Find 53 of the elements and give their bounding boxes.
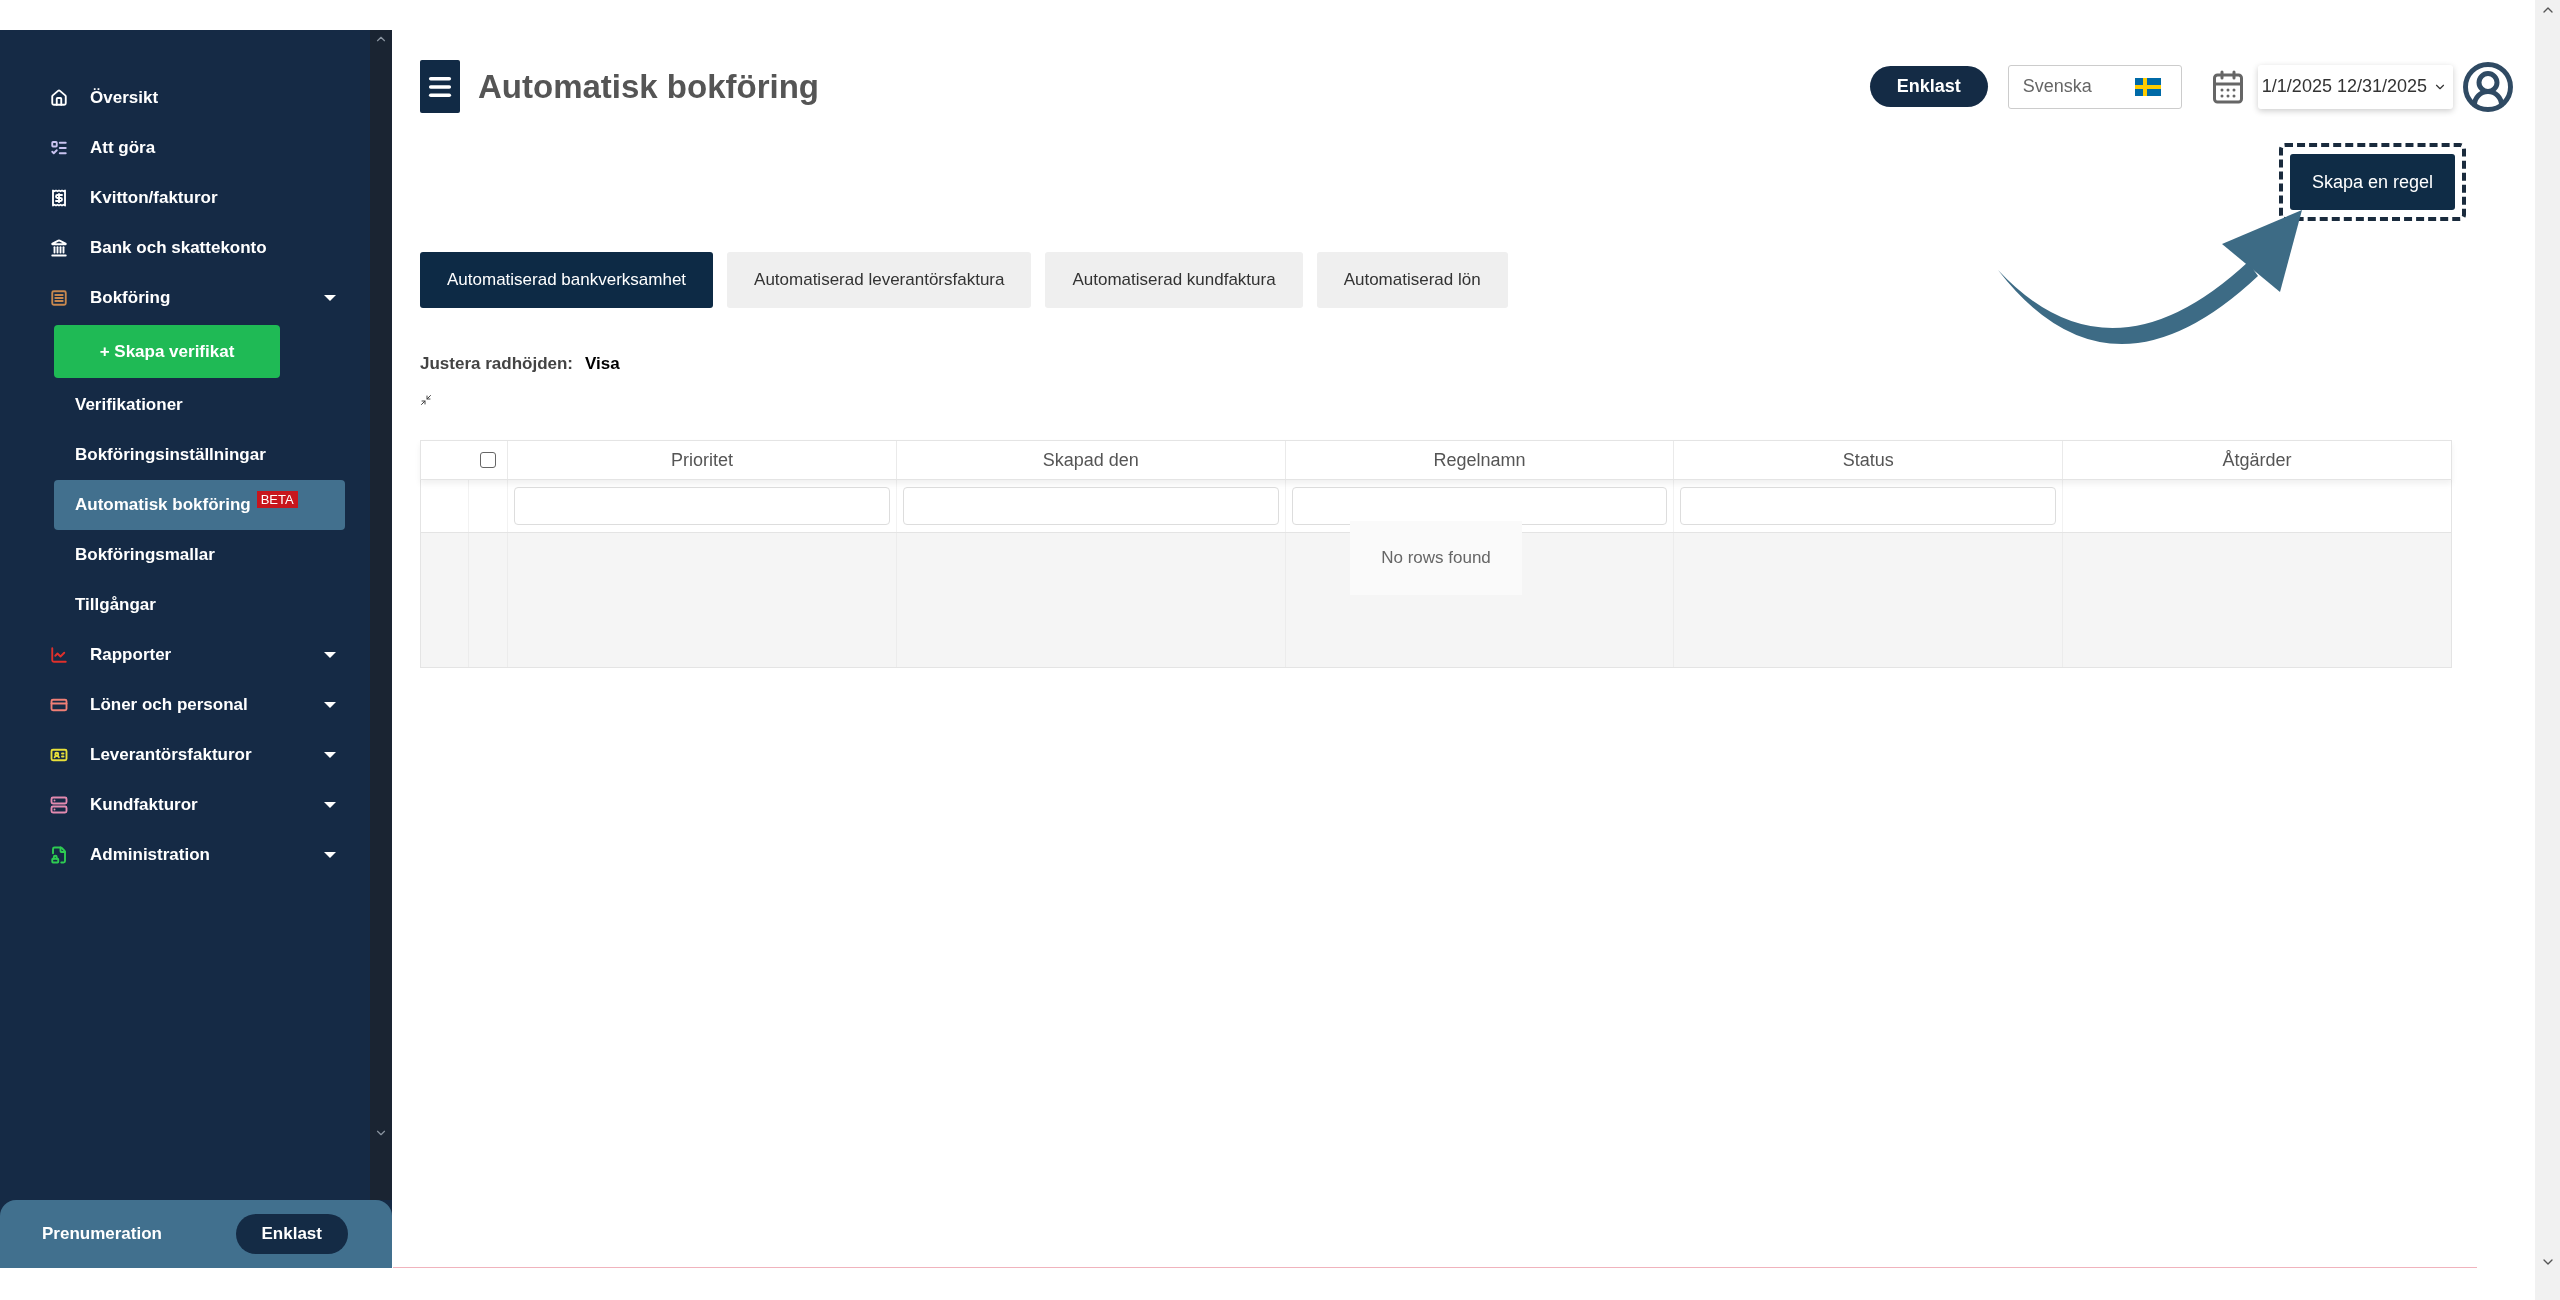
sidebar-item[interactable]: Översikt	[0, 73, 370, 123]
tab[interactable]: Automatiserad leverantörsfaktura	[727, 252, 1032, 308]
caret-icon	[324, 752, 336, 758]
filter-field[interactable]	[902, 487, 1279, 525]
caret-icon	[324, 702, 336, 708]
column-header[interactable]: Regelnamn	[1284, 441, 1674, 479]
row-height-label: Justera radhöjden:	[420, 354, 574, 374]
column-header[interactable]: Åtgärder	[2062, 441, 2451, 479]
sidebar-subitem-label: Automatisk bokföring	[75, 495, 251, 515]
sidebar-item[interactable]: Kvitton/fakturor	[0, 173, 370, 223]
sidebar-subitem[interactable]: Bokföringsmallar	[54, 530, 345, 580]
tab[interactable]: Automatiserad bankverksamhet	[420, 252, 714, 308]
sidebar-subitem[interactable]: Tillgångar	[54, 580, 345, 630]
sidebar-item[interactable]: Rapporter	[0, 630, 370, 680]
caret-icon	[324, 802, 336, 808]
caret-icon	[324, 295, 336, 301]
user-avatar-icon[interactable]	[2461, 59, 2515, 114]
column-header[interactable]: Prioritet	[507, 441, 896, 479]
filter-field[interactable]	[1680, 487, 2057, 525]
select-all-checkbox[interactable]	[479, 452, 496, 468]
empty-message: No rows found	[1350, 521, 1522, 595]
sidebar-subitem[interactable]: Bokföringsinställningar	[54, 430, 345, 480]
create-rule-button[interactable]: Skapa en regel	[2289, 154, 2455, 210]
page-title: Automatisk bokföring	[478, 67, 820, 106]
caret-icon	[324, 652, 336, 658]
plan-badge[interactable]: Enklast	[1869, 66, 1988, 107]
sidebar-item[interactable]: Bokföring	[0, 273, 370, 323]
caret-icon	[324, 852, 336, 858]
language-select[interactable]: Svenska	[2007, 64, 2182, 109]
row-height-toggle[interactable]: Visa	[585, 354, 620, 374]
sidebar-item[interactable]: Kundfakturor	[0, 780, 370, 830]
menu-button[interactable]	[420, 60, 460, 113]
sidebar-item[interactable]: Löner och personal	[0, 680, 370, 730]
sidebar-scrollbar[interactable]	[370, 30, 392, 1200]
filter-field[interactable]	[514, 487, 890, 525]
sidebar-item[interactable]: Administration	[0, 830, 370, 880]
tab[interactable]: Automatiserad lön	[1316, 252, 1508, 308]
page-scrollbar[interactable]	[2535, 0, 2560, 1300]
tab[interactable]: Automatiserad kundfaktura	[1045, 252, 1303, 308]
sidebar-item[interactable]: Att göra	[0, 123, 370, 173]
column-header[interactable]: Status	[1673, 441, 2063, 479]
sidebar-subitem[interactable]: Verifikationer	[54, 380, 345, 430]
sidebar-item[interactable]: Leverantörsfakturor	[0, 730, 370, 780]
collapse-icon[interactable]	[420, 394, 432, 406]
flag-icon	[2134, 77, 2161, 96]
column-header[interactable]: Skapad den	[895, 441, 1285, 479]
sidebar-subitem[interactable]: Automatisk bokföring BETA	[54, 480, 345, 530]
filter-field[interactable]	[1291, 487, 1668, 525]
date-range-select[interactable]: 1/1/2025 12/31/2025	[2257, 64, 2453, 109]
subscription-label: Prenumeration	[42, 1224, 162, 1244]
sidebar-item[interactable]: Bank och skattekonto	[0, 223, 370, 273]
plan-badge[interactable]: Enklast	[235, 1214, 348, 1254]
beta-badge: BETA	[256, 491, 298, 508]
